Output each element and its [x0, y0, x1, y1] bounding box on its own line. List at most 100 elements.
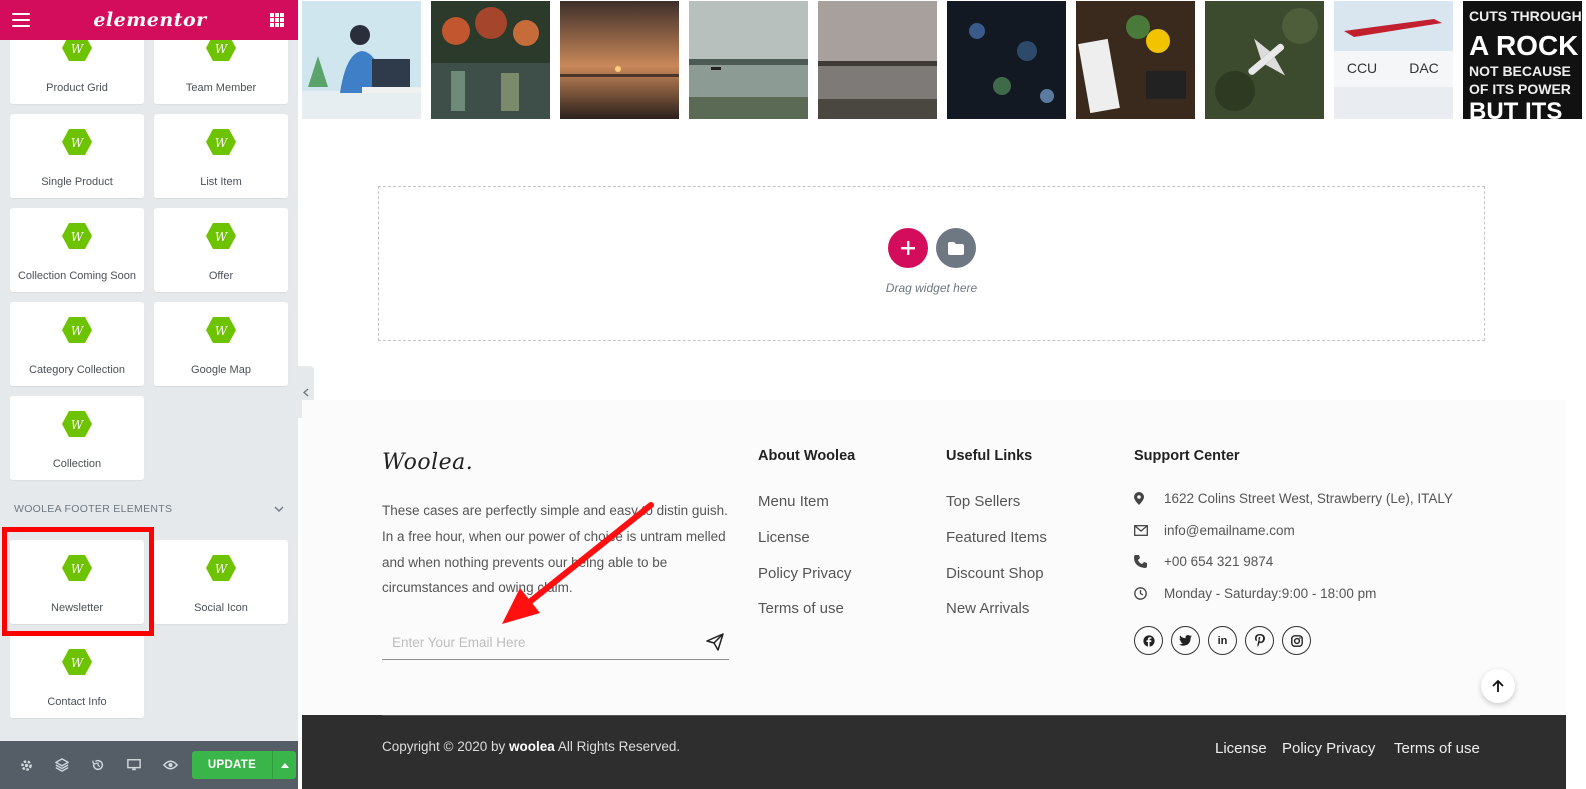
navigator-layers-icon[interactable] [44, 741, 80, 789]
useful-link-discount-shop[interactable]: Discount Shop [946, 565, 1044, 582]
clock-icon [1134, 587, 1147, 600]
add-section-button[interactable] [888, 228, 928, 268]
widget-single-product[interactable]: W Single Product [10, 114, 144, 198]
elementor-panel: elementor W Product Grid W Team Member W… [0, 0, 298, 789]
about-link-license[interactable]: License [758, 529, 810, 546]
about-link-menu-item[interactable]: Menu Item [758, 493, 829, 510]
support-email-text[interactable]: info@emailname.com [1164, 523, 1295, 538]
gallery-image-sunset-lake[interactable] [560, 1, 679, 119]
widget-label: Category Collection [29, 364, 125, 376]
widgets-grid-icon[interactable] [270, 13, 284, 27]
widget-contact-info[interactable]: W Contact Info [10, 634, 144, 718]
history-icon[interactable] [80, 741, 116, 789]
widget-icon: W [62, 317, 92, 343]
phone-icon [1134, 555, 1147, 568]
widget-collection-coming-soon[interactable]: W Collection Coming Soon [10, 208, 144, 292]
widget-collection[interactable]: W Collection [10, 396, 144, 480]
newsletter-email-input[interactable] [382, 626, 692, 658]
footer-description: These cases are perfectly simple and eas… [382, 503, 728, 596]
widget-icon: W [206, 555, 236, 581]
svg-text:W: W [71, 562, 85, 576]
support-column-title: Support Center [1134, 448, 1240, 464]
widget-label: Newsletter [51, 602, 103, 614]
gallery-image-misty-river[interactable] [689, 1, 808, 119]
svg-text:W: W [215, 136, 229, 150]
svg-text:OF ITS POWER: OF ITS POWER [1469, 81, 1571, 97]
widget-list-item[interactable]: W List Item [154, 114, 288, 198]
newsletter-form [382, 626, 729, 660]
gallery-image-airplane-map[interactable] [1205, 1, 1324, 119]
copyright-prefix: Copyright © 2020 by [382, 739, 506, 754]
widget-category-collection[interactable]: W Category Collection [10, 302, 144, 386]
support-address: 1622 Colins Street West, Strawberry (Le)… [1134, 491, 1453, 506]
support-email: info@emailname.com [1134, 523, 1295, 538]
widget-label: Social Icon [194, 602, 248, 614]
useful-column-title: Useful Links [946, 448, 1033, 464]
bottom-link-terms-of-use[interactable]: Terms of use [1394, 740, 1480, 757]
send-paper-plane-icon[interactable] [705, 632, 725, 652]
svg-text:CUTS THROUGH: CUTS THROUGH [1469, 8, 1582, 24]
preview-eye-icon[interactable] [152, 741, 188, 789]
footer-logo[interactable]: Woolea. [382, 450, 473, 475]
widget-icon: W [206, 223, 236, 249]
widget-icon: W [206, 317, 236, 343]
widget-offer[interactable]: W Offer [154, 208, 288, 292]
widget-google-map[interactable]: W Google Map [154, 302, 288, 386]
gallery-image-office-illustration[interactable] [302, 1, 421, 119]
empty-section-dropzone[interactable]: Drag widget here [378, 186, 1485, 341]
widget-label: Team Member [185, 82, 257, 94]
useful-link-featured-items[interactable]: Featured Items [946, 529, 1047, 546]
arrow-up-icon [1492, 679, 1504, 692]
footer-bottom-bar: Copyright © 2020 by woolea All Rights Re… [302, 715, 1566, 789]
gallery-image-dusk-lake[interactable] [818, 1, 937, 119]
folder-icon [948, 241, 964, 255]
gallery-image-desk-items[interactable] [1076, 1, 1195, 119]
responsive-desktop-icon[interactable] [116, 741, 152, 789]
widget-icon: W [206, 129, 236, 155]
widget-icon: W [62, 555, 92, 581]
bottom-link-license[interactable]: License [1215, 740, 1267, 757]
pinterest-icon[interactable] [1245, 626, 1274, 655]
map-marker-icon [1134, 492, 1144, 505]
widget-icon: W [62, 223, 92, 249]
svg-text:W: W [215, 324, 229, 338]
support-address-text: 1622 Colins Street West, Strawberry (Le)… [1164, 491, 1453, 506]
drag-widget-hint: Drag widget here [885, 281, 978, 295]
support-hours: Monday - Saturday:9:00 - 18:00 pm [1134, 586, 1376, 601]
category-header-footer-elements[interactable]: WOOLEA FOOTER ELEMENTS [14, 503, 284, 515]
gallery-image-flight-app[interactable]: CCU DAC [1334, 1, 1453, 119]
widget-newsletter[interactable]: W Newsletter [10, 540, 144, 624]
gallery-image-lanterns[interactable] [431, 1, 550, 119]
add-template-button[interactable] [936, 228, 976, 268]
copyright-suffix: All Rights Reserved. [557, 739, 681, 754]
widget-label: Collection Coming Soon [17, 270, 136, 282]
about-link-policy-privacy[interactable]: Policy Privacy [758, 565, 851, 582]
widget-icon: W [62, 129, 92, 155]
support-phone: +00 654 321 9874 [1134, 554, 1273, 569]
settings-icon[interactable] [8, 741, 44, 789]
gallery-image-quote-poster[interactable]: CUTS THROUGH A ROCK NOT BECAUSE OF ITS P… [1463, 1, 1582, 119]
bottom-link-policy-privacy[interactable]: Policy Privacy [1282, 740, 1375, 757]
widget-label: Product Grid [46, 82, 108, 94]
linkedin-icon[interactable]: in [1208, 626, 1237, 655]
copyright-brand[interactable]: woolea [509, 739, 555, 754]
update-button[interactable]: UPDATE [192, 751, 272, 779]
support-phone-text[interactable]: +00 654 321 9874 [1164, 554, 1273, 569]
facebook-icon[interactable] [1134, 626, 1163, 655]
widget-social-icon[interactable]: W Social Icon [154, 540, 288, 624]
widget-label: Single Product [41, 176, 113, 188]
scroll-to-top-button[interactable] [1481, 669, 1515, 703]
svg-text:W: W [71, 418, 85, 432]
svg-text:W: W [71, 230, 85, 244]
update-options-caret-icon[interactable] [272, 751, 296, 779]
svg-text:W: W [71, 136, 85, 150]
twitter-icon[interactable] [1171, 626, 1200, 655]
useful-link-new-arrivals[interactable]: New Arrivals [946, 600, 1029, 617]
svg-text:W: W [215, 230, 229, 244]
instagram-icon[interactable] [1282, 626, 1311, 655]
gallery-image-night-leaves[interactable] [947, 1, 1066, 119]
about-link-terms[interactable]: Terms of use [758, 600, 844, 617]
site-footer: Woolea. These cases are perfectly simple… [302, 400, 1566, 715]
menu-icon[interactable] [12, 13, 30, 27]
useful-link-top-sellers[interactable]: Top Sellers [946, 493, 1020, 510]
